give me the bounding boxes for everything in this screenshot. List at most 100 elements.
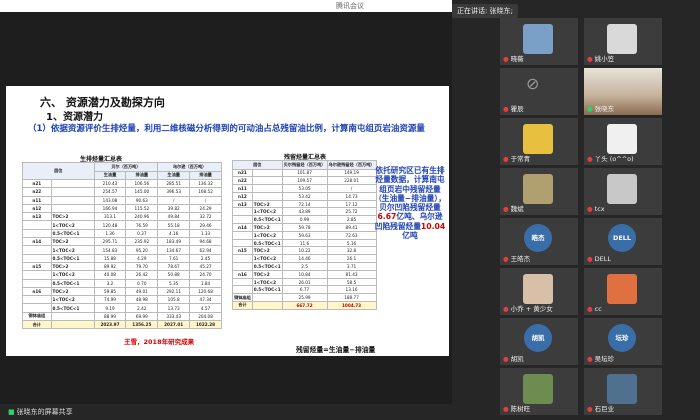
microphone-icon: ●: [587, 355, 593, 363]
table-cell: 76.59: [125, 220, 159, 230]
table-cell: [251, 301, 283, 310]
participant-tile[interactable]: ● 魏斌: [500, 168, 578, 215]
table-cell: 204.08: [189, 311, 222, 322]
participant-name-label: ● 丫头 (o^^o): [587, 153, 634, 163]
participant-name: DELL: [594, 255, 612, 263]
participant-name-label: ● 王皓杰: [503, 253, 530, 263]
note-text: 依托研究区已有生排烃量数据，计算南屯组页岩中残留烃量（生油量−排油量），贝尔凹陷…: [374, 166, 446, 213]
table-cell: 55.18: [157, 220, 191, 230]
participant-name: 姚小笠: [594, 55, 615, 63]
table-cell: 58.5: [326, 277, 377, 287]
participant-tile[interactable]: DELL ● DELL: [584, 218, 662, 265]
participant-tile[interactable]: ● tcx: [584, 168, 662, 215]
table-cell: n16: [22, 286, 52, 297]
table-cell: 4.29: [125, 253, 159, 263]
table-total-row: 合计 667.72 1004.73: [232, 301, 377, 310]
participant-tile[interactable]: ● 晓薇: [500, 18, 578, 65]
header-cell: 贝尔（百万吨）: [93, 162, 159, 172]
table-cell: 10.22: [281, 246, 328, 256]
table-cell: 235.92: [125, 237, 159, 247]
table-row: n13 TOC>2 72.14 17.12: [232, 199, 377, 209]
participant-tile[interactable]: ● 丫头 (o^^o): [584, 118, 662, 165]
participant-tile[interactable]: ● 石巨业: [584, 368, 662, 415]
share-indicator[interactable]: ■ 张晓东的屏幕共享: [8, 407, 73, 417]
photo-avatar: [607, 24, 637, 54]
table-cell: 72.63: [326, 230, 377, 240]
note-text: 亿吨: [402, 231, 418, 241]
microphone-icon: ●: [503, 55, 509, 63]
table-cell: [232, 285, 253, 295]
header-cell: 乌尔逊（百万吨）: [157, 162, 222, 172]
participant-tile[interactable]: 坛珍 ● 吴坛珍: [584, 318, 662, 365]
table-cell: 32.72: [189, 212, 222, 222]
slide-subheading: 1、资源潜力: [46, 112, 103, 123]
table-cell: [50, 203, 95, 214]
table-row: 1<TOC<2 74.99 48.98 105.8 47.34: [22, 295, 222, 305]
participant-name-label: ● tcx: [587, 205, 605, 213]
participant-tile[interactable]: ⊘ ● 瞿辰: [500, 68, 578, 115]
speaker-name: 张晓东;: [489, 7, 513, 15]
participant-tile[interactable]: ● 张晓东: [584, 68, 662, 115]
table-cell: 72.14: [281, 199, 328, 209]
active-speaker-banner: 正在讲话: 张晓东;: [452, 4, 518, 18]
table-cell: 2.5: [281, 262, 328, 271]
table-cell: 313.1: [93, 212, 127, 222]
table-cell: 78.67: [157, 261, 191, 272]
table-cell: 26.42: [125, 270, 159, 280]
table-cell: 40.08: [93, 270, 127, 280]
table-cell: 143.08: [93, 195, 127, 205]
table-row: n21 210.43 106.56 285.51 136.32: [22, 178, 222, 189]
share-top-area: [0, 12, 452, 68]
participant-tile[interactable]: 皓杰 ● 王皓杰: [500, 218, 578, 265]
participant-tile[interactable]: ● 姚小笠: [584, 18, 662, 65]
header-cell: 生油量: [93, 170, 127, 180]
table-cell: n14: [22, 237, 52, 247]
participant-tile[interactable]: 胡凯 ● 胡凯: [500, 318, 578, 365]
table-row: 1<TOC<2 43.89 25.72: [232, 207, 377, 217]
table-cell: 48.98: [125, 295, 159, 305]
table-cell: 13.73: [157, 303, 191, 313]
participant-tile[interactable]: ● 于常青: [500, 118, 578, 165]
table-cell: 17.12: [326, 199, 377, 209]
table-cell: 合计: [22, 320, 52, 330]
photo-avatar: [523, 374, 553, 404]
table-cell: n13: [232, 199, 253, 209]
table-cell: 53.05: [281, 184, 328, 193]
table-cell: 0.5<TOC<1: [251, 238, 283, 248]
table-cell: 1<TOC<2: [251, 230, 283, 240]
table-cell: 0.37: [125, 228, 159, 239]
table-cell: [50, 178, 95, 189]
table-cell: 26.1: [326, 254, 377, 264]
slide-lead-text: （1）依据资源评价生排烃量，利用二维核磁分析得到的可动油占总残留油比例，计算南屯…: [28, 124, 425, 134]
table-cell: 49.84: [157, 212, 191, 222]
table-cell: [232, 277, 253, 287]
participant-tile[interactable]: ● 小乔 + 黄少女: [500, 268, 578, 315]
initials-avatar: DELL: [608, 224, 636, 252]
header-cell: 生油量: [157, 170, 191, 180]
residual-hydrocarbon-table: 层位 贝尔残留烃（百万吨） 乌尔逊残留烃（百万吨） n21 101.87 149.1…: [232, 160, 377, 310]
microphone-icon: ●: [503, 355, 509, 363]
note-value: 10.04: [420, 221, 446, 231]
table-cell: 0.99: [281, 215, 328, 225]
table-cell: 0.5<TOC<1: [251, 285, 283, 295]
table-row: 0.5<TOC<1 2.5 3.71: [232, 262, 377, 271]
participant-name: 张晓东: [594, 105, 615, 113]
participant-tile[interactable]: ● cc: [584, 268, 662, 315]
table-cell: n11: [232, 184, 253, 193]
table-cell: 9.19: [93, 303, 127, 313]
initials-avatar: 坛珍: [608, 324, 636, 352]
table-cell: [232, 254, 253, 264]
table-total-row: 合计 2023.97 1356.25 2027.01 1022.28: [22, 320, 222, 330]
table-cell: 94.68: [189, 237, 222, 247]
table-cell: [50, 311, 95, 322]
table-cell: 240.96: [125, 212, 159, 222]
table-cell: 105.8: [157, 295, 191, 305]
table-cell: n22: [22, 187, 52, 197]
participant-tile[interactable]: ● 陈树旺: [500, 368, 578, 415]
table-cell: 134.67: [157, 245, 191, 255]
table-cell: n21: [22, 178, 52, 189]
table-row: 1<TOC<2 40.08 26.42 50.88 24.70: [22, 270, 222, 280]
table-cell: 254.57: [93, 187, 127, 197]
table-cell: 1<TOC<2: [251, 254, 283, 264]
table-cell: 1.33: [189, 228, 222, 239]
